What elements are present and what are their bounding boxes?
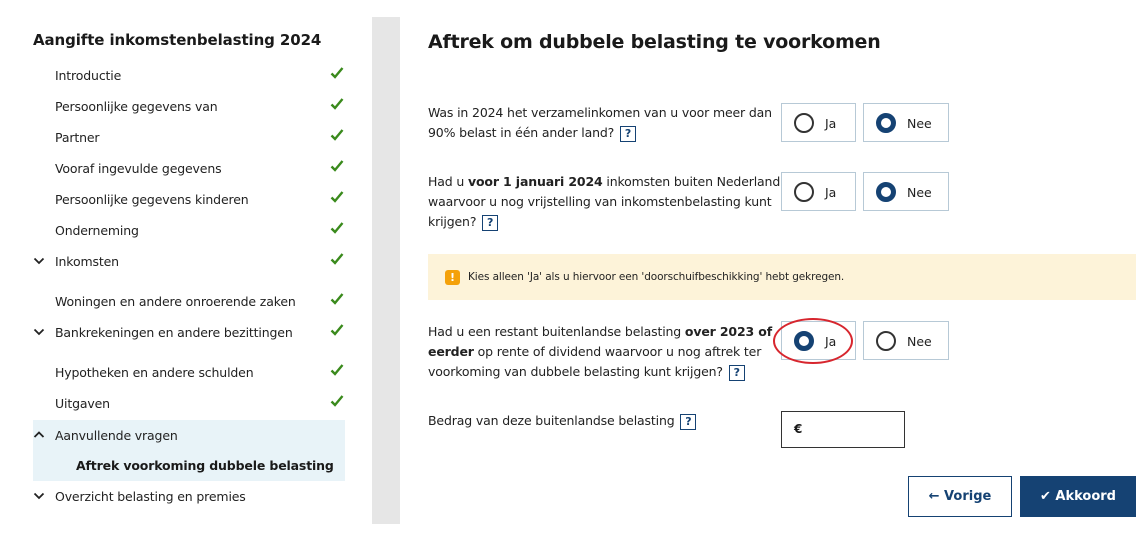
sidebar-item-label: Uitgaven [55, 396, 110, 411]
previous-button[interactable]: ← Vorige [908, 476, 1012, 517]
sidebar-item-vooraf-ingevulde-gegevens[interactable]: Vooraf ingevulde gegevens [33, 153, 345, 184]
help-icon[interactable]: ? [680, 413, 697, 430]
sidebar-item-kinderen[interactable]: Persoonlijke gegevens kinderen [33, 184, 345, 215]
akkoord-button[interactable]: ✔ Akkoord [1020, 476, 1136, 517]
chevron-up-icon [33, 431, 45, 438]
sidebar-item-label: Persoonlijke gegevens kinderen [55, 192, 249, 207]
sidebar-item-woningen[interactable]: Woningen en andere onroerende zaken [33, 286, 345, 317]
q1-radio-ja[interactable]: Ja [781, 103, 856, 142]
chevron-down-icon [33, 257, 45, 265]
question-text-emphasis: eerder [428, 344, 474, 359]
radio-checked-icon [876, 113, 896, 133]
sidebar-title: Aangifte inkomstenbelasting 2024 [33, 31, 322, 49]
sidebar-item-label: Onderneming [55, 223, 139, 238]
question-text-line: waarvoor u nog vrijstelling van inkomste… [428, 194, 772, 209]
sidebar-item-hypotheken[interactable]: Hypotheken en andere schulden [33, 357, 345, 388]
sidebar-item-label: Aanvullende vragen [55, 428, 178, 443]
question-1-text: Was in 2024 het verzamelinkomen van u vo… [428, 103, 772, 143]
question-2-text: Had u voor 1 januari 2024 inkomsten buit… [428, 172, 780, 232]
radio-unchecked-icon [794, 182, 814, 202]
checkmark-icon [330, 98, 344, 110]
radio-unchecked-icon [794, 113, 814, 133]
q1-radio-nee[interactable]: Nee [863, 103, 949, 142]
sidebar-item-bankrekeningen[interactable]: Bankrekeningen en andere bezittingen [33, 317, 345, 348]
currency-symbol: € [794, 422, 803, 436]
radio-label: Ja [825, 116, 837, 131]
page-title: Aftrek om dubbele belasting te voorkomen [428, 31, 881, 53]
q2-radio-nee[interactable]: Nee [863, 172, 949, 211]
help-icon[interactable]: ? [728, 364, 745, 381]
sidebar-item-label: Hypotheken en andere schulden [55, 365, 254, 380]
help-icon[interactable]: ? [482, 214, 499, 231]
sidebar-item-overzicht[interactable]: Overzicht belasting en premies [33, 481, 345, 512]
sidebar-subitem-aftrek-dubbele-belasting[interactable]: Aftrek voorkoming dubbele belasting [33, 450, 345, 481]
sidebar-item-onderneming[interactable]: Onderneming [33, 215, 345, 246]
radio-label: Nee [907, 334, 932, 349]
question-text-line: Had u een restant buitenlandse belasting [428, 324, 685, 339]
question-text-line: Had u [428, 174, 468, 189]
sidebar-item-label: Overzicht belasting en premies [55, 489, 246, 504]
question-text-line: Bedrag van deze buitenlandse belasting [428, 413, 675, 428]
warning-icon: ! [445, 270, 460, 285]
question-text-line: Was in 2024 het verzamelinkomen van u vo… [428, 105, 772, 120]
radio-unchecked-icon [876, 331, 896, 351]
question-text-line: inkomsten buiten Nederland [602, 174, 781, 189]
checkmark-icon [330, 191, 344, 203]
radio-label: Nee [907, 185, 932, 200]
sidebar-item-uitgaven[interactable]: Uitgaven [33, 388, 345, 419]
question-text-emphasis: over 2023 of [684, 324, 773, 339]
sidebar-item-label: Woningen en andere onroerende zaken [55, 294, 296, 309]
q3-radio-ja[interactable]: Ja [781, 321, 856, 360]
question-text-line: voorkoming van dubbele belasting kunt kr… [428, 364, 723, 379]
amount-input[interactable]: € [781, 411, 905, 448]
checkmark-icon [330, 253, 344, 265]
sidebar-item-label: Introductie [55, 68, 122, 83]
warning-notice: ! Kies alleen 'Ja' als u hiervoor een 'd… [428, 254, 1136, 300]
checkmark-icon [330, 222, 344, 234]
notice-text: Kies alleen 'Ja' als u hiervoor een 'doo… [468, 271, 845, 283]
checkmark-icon [330, 129, 344, 141]
sidebar-navigation: Aangifte inkomstenbelasting 2024 Introdu… [0, 0, 372, 546]
checkmark-icon [330, 67, 344, 79]
sidebar-item-partner[interactable]: Partner [33, 122, 345, 153]
sidebar-item-label: Persoonlijke gegevens van [55, 99, 218, 114]
radio-label: Ja [825, 334, 837, 349]
sidebar-item-label: Partner [55, 130, 100, 145]
question-text-line: 90% belast in één ander land? [428, 125, 615, 140]
checkmark-icon [330, 364, 344, 376]
sidebar-item-label: Bankrekeningen en andere bezittingen [55, 325, 293, 340]
sidebar-item-persoonlijke-gegevens[interactable]: Persoonlijke gegevens van [33, 91, 345, 122]
help-icon[interactable]: ? [619, 125, 636, 142]
checkmark-icon [330, 293, 344, 305]
radio-checked-icon [794, 331, 814, 351]
sidebar-item-introductie[interactable]: Introductie [33, 60, 345, 91]
sidebar-item-aanvullende-vragen[interactable]: Aanvullende vragen [33, 420, 345, 451]
chevron-down-icon [33, 328, 45, 336]
divider [372, 17, 400, 524]
sidebar-subitem-label: Aftrek voorkoming dubbele belasting [76, 458, 334, 473]
question-text-line: krijgen? [428, 214, 477, 229]
radio-checked-icon [876, 182, 896, 202]
checkmark-icon [330, 324, 344, 336]
sidebar-item-label: Inkomsten [55, 254, 119, 269]
chevron-down-icon [33, 492, 45, 500]
q3-radio-nee[interactable]: Nee [863, 321, 949, 360]
question-3-text: Had u een restant buitenlandse belasting… [428, 322, 772, 382]
question-text-emphasis: voor 1 januari 2024 [467, 174, 603, 189]
question-4-text: Bedrag van deze buitenlandse belasting ? [428, 411, 697, 431]
radio-label: Nee [907, 116, 932, 131]
sidebar-item-label: Vooraf ingevulde gegevens [55, 161, 222, 176]
question-text-line: op rente of dividend waarvoor u nog aftr… [473, 344, 762, 359]
sidebar-item-inkomsten[interactable]: Inkomsten [33, 246, 345, 277]
checkmark-icon [330, 395, 344, 407]
checkmark-icon [330, 160, 344, 172]
radio-label: Ja [825, 185, 837, 200]
q2-radio-ja[interactable]: Ja [781, 172, 856, 211]
